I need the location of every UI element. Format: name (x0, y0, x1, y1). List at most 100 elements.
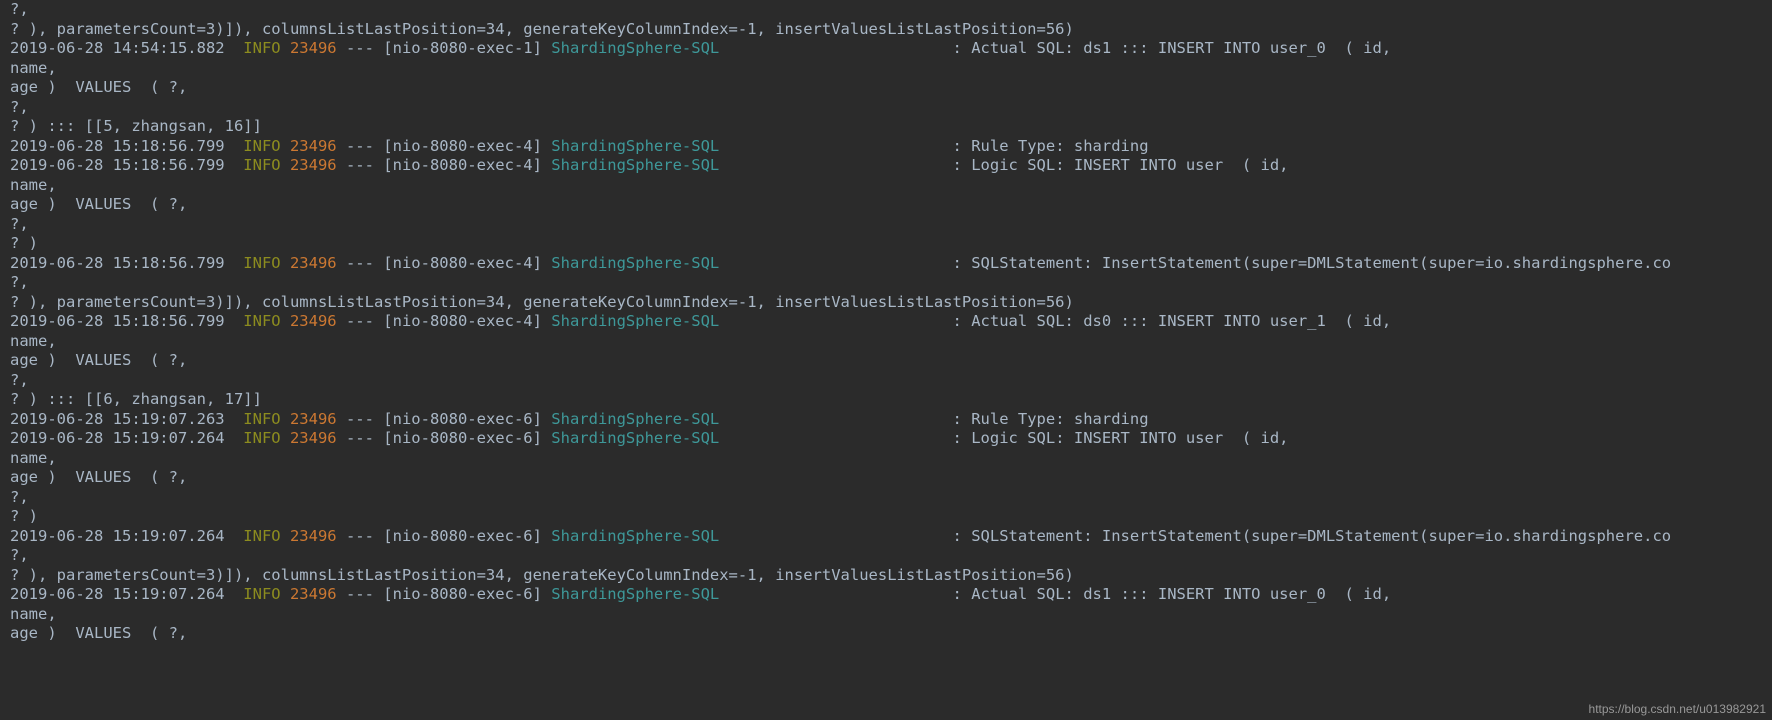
log-text: 2019-06-28 15:18:56.799 (10, 156, 243, 174)
log-text: : Rule Type: sharding (719, 410, 1148, 428)
log-line: age ) VALUES ( ?, (10, 195, 187, 213)
logger-name: ShardingSphere-SQL (551, 156, 719, 174)
log-text: ?, (10, 488, 29, 506)
log-text: 2019-06-28 15:18:56.799 (10, 254, 243, 272)
logger-name: ShardingSphere-SQL (551, 527, 719, 545)
log-line: 2019-06-28 15:18:56.799 INFO 23496 --- [… (10, 254, 1671, 272)
log-text: ?, (10, 98, 29, 116)
log-text: 2019-06-28 15:18:56.799 (10, 312, 243, 330)
log-text (281, 39, 290, 57)
log-text: age ) VALUES ( ?, (10, 78, 187, 96)
log-line: ?, (10, 0, 29, 18)
log-level: INFO (243, 585, 280, 603)
log-line: age ) VALUES ( ?, (10, 624, 187, 642)
log-text (281, 312, 290, 330)
process-id: 23496 (290, 429, 337, 447)
log-line: ? ), parametersCount=3)]), columnsListLa… (10, 566, 1074, 584)
logger-name: ShardingSphere-SQL (551, 39, 719, 57)
log-line: ? ) ::: [[6, zhangsan, 17]] (10, 390, 262, 408)
logger-name: ShardingSphere-SQL (551, 312, 719, 330)
log-line: name, (10, 176, 57, 194)
process-id: 23496 (290, 156, 337, 174)
log-line: 2019-06-28 15:19:07.264 INFO 23496 --- [… (10, 527, 1671, 545)
log-line: 2019-06-28 15:19:07.263 INFO 23496 --- [… (10, 410, 1149, 428)
log-text: : Actual SQL: ds1 ::: INSERT INTO user_0… (719, 39, 1391, 57)
watermark-text: https://blog.csdn.net/u013982921 (1589, 702, 1766, 716)
log-line: 2019-06-28 15:18:56.799 INFO 23496 --- [… (10, 156, 1289, 174)
log-text: : Actual SQL: ds0 ::: INSERT INTO user_1… (719, 312, 1391, 330)
log-text: ? ), parametersCount=3)]), columnsListLa… (10, 20, 1074, 38)
log-line: 2019-06-28 15:18:56.799 INFO 23496 --- [… (10, 137, 1149, 155)
log-line: 2019-06-28 14:54:15.882 INFO 23496 --- [… (10, 39, 1391, 57)
process-id: 23496 (290, 312, 337, 330)
log-text: name, (10, 605, 57, 623)
log-text: ?, (10, 546, 29, 564)
logger-name: ShardingSphere-SQL (551, 429, 719, 447)
log-text: name, (10, 449, 57, 467)
log-text: ? ) (10, 507, 38, 525)
log-line: ?, (10, 98, 29, 116)
log-text: --- [nio-8080-exec-6] (337, 585, 552, 603)
log-line: ?, (10, 488, 29, 506)
log-text: : SQLStatement: InsertStatement(super=DM… (719, 527, 1671, 545)
log-text (281, 527, 290, 545)
log-text: age ) VALUES ( ?, (10, 351, 187, 369)
log-text: ? ), parametersCount=3)]), columnsListLa… (10, 293, 1074, 311)
log-text: : Logic SQL: INSERT INTO user ( id, (719, 156, 1288, 174)
log-line: ? ), parametersCount=3)]), columnsListLa… (10, 293, 1074, 311)
log-text: 2019-06-28 14:54:15.882 (10, 39, 243, 57)
logger-name: ShardingSphere-SQL (551, 585, 719, 603)
log-line: name, (10, 332, 57, 350)
log-text: 2019-06-28 15:19:07.263 (10, 410, 243, 428)
log-text: : Actual SQL: ds1 ::: INSERT INTO user_0… (719, 585, 1391, 603)
log-text: : Rule Type: sharding (719, 137, 1148, 155)
log-line: 2019-06-28 15:18:56.799 INFO 23496 --- [… (10, 312, 1391, 330)
log-text: 2019-06-28 15:19:07.264 (10, 527, 243, 545)
log-text: ?, (10, 215, 29, 233)
log-line: ?, (10, 371, 29, 389)
log-level: INFO (243, 254, 280, 272)
log-text: ?, (10, 273, 29, 291)
log-level: INFO (243, 312, 280, 330)
log-text: --- [nio-8080-exec-1] (337, 39, 552, 57)
log-line: ? ) ::: [[5, zhangsan, 16]] (10, 117, 262, 135)
log-text: --- [nio-8080-exec-4] (337, 137, 552, 155)
log-text: ?, (10, 0, 29, 18)
log-text: name, (10, 332, 57, 350)
log-text (281, 137, 290, 155)
log-text: --- [nio-8080-exec-4] (337, 156, 552, 174)
log-text: --- [nio-8080-exec-6] (337, 410, 552, 428)
log-line: name, (10, 59, 57, 77)
log-line: 2019-06-28 15:19:07.264 INFO 23496 --- [… (10, 585, 1391, 603)
logger-name: ShardingSphere-SQL (551, 137, 719, 155)
log-text: ? ), parametersCount=3)]), columnsListLa… (10, 566, 1074, 584)
log-level: INFO (243, 39, 280, 57)
process-id: 23496 (290, 585, 337, 603)
log-line: ?, (10, 215, 29, 233)
process-id: 23496 (290, 527, 337, 545)
log-text: --- [nio-8080-exec-4] (337, 254, 552, 272)
log-text: ? ) ::: [[5, zhangsan, 16]] (10, 117, 262, 135)
log-level: INFO (243, 410, 280, 428)
log-text (281, 410, 290, 428)
log-text: --- [nio-8080-exec-6] (337, 527, 552, 545)
log-level: INFO (243, 429, 280, 447)
log-text: 2019-06-28 15:19:07.264 (10, 585, 243, 603)
log-text: ?, (10, 371, 29, 389)
log-text: : SQLStatement: InsertStatement(super=DM… (719, 254, 1671, 272)
log-output-console[interactable]: ?, ? ), parametersCount=3)]), columnsLis… (0, 0, 1772, 644)
log-line: ?, (10, 273, 29, 291)
log-text: name, (10, 176, 57, 194)
log-level: INFO (243, 156, 280, 174)
process-id: 23496 (290, 39, 337, 57)
log-text: age ) VALUES ( ?, (10, 195, 187, 213)
log-level: INFO (243, 137, 280, 155)
log-text: : Logic SQL: INSERT INTO user ( id, (719, 429, 1288, 447)
log-text: age ) VALUES ( ?, (10, 624, 187, 642)
process-id: 23496 (290, 254, 337, 272)
log-text: 2019-06-28 15:18:56.799 (10, 137, 243, 155)
log-line: ? ) (10, 234, 38, 252)
log-line: 2019-06-28 15:19:07.264 INFO 23496 --- [… (10, 429, 1289, 447)
log-text (281, 585, 290, 603)
log-text: ? ) (10, 234, 38, 252)
